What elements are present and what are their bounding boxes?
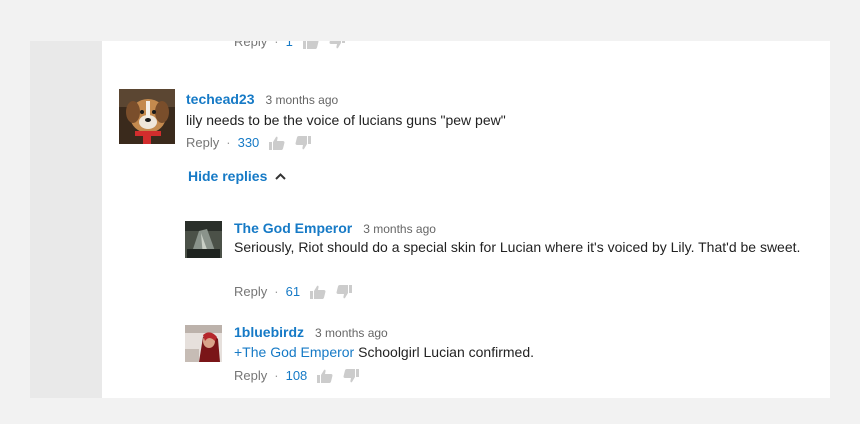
- comment-header: 1bluebirdz 3 months ago: [234, 324, 388, 340]
- comment-actions: Reply · 108: [234, 368, 359, 383]
- like-count: 61: [285, 284, 301, 299]
- comment-actions: Reply · 330: [186, 135, 311, 150]
- previous-comment-actions: Reply · 1: [234, 41, 345, 49]
- chevron-up-icon: [275, 172, 287, 180]
- comments-panel: Reply · 1 techead23 3 months ago lily ne…: [102, 41, 830, 398]
- separator-dot: ·: [274, 41, 279, 49]
- mention-link[interactable]: +The God Emperor: [234, 344, 354, 360]
- avatar[interactable]: [185, 221, 222, 258]
- thumbs-down-icon[interactable]: [295, 136, 311, 150]
- separator-dot: ·: [226, 135, 231, 150]
- comment-actions: Reply · 61: [234, 284, 352, 299]
- author-name[interactable]: 1bluebirdz: [234, 324, 304, 340]
- reply-button[interactable]: Reply: [186, 135, 219, 150]
- timestamp[interactable]: 3 months ago: [315, 326, 388, 340]
- left-margin-strip: [30, 41, 102, 398]
- reply-button[interactable]: Reply: [234, 41, 267, 49]
- thumbs-up-icon[interactable]: [317, 369, 333, 383]
- hide-replies-label: Hide replies: [188, 168, 268, 184]
- like-count: 108: [285, 368, 308, 383]
- thumbs-down-icon[interactable]: [329, 41, 345, 49]
- comment-header: techead23 3 months ago: [186, 91, 338, 107]
- hide-replies-button[interactable]: Hide replies: [188, 168, 287, 184]
- thumbs-down-icon[interactable]: [336, 285, 352, 299]
- timestamp[interactable]: 3 months ago: [265, 93, 338, 107]
- thumbs-up-icon[interactable]: [310, 285, 326, 299]
- thumbs-up-icon[interactable]: [269, 136, 285, 150]
- avatar[interactable]: [119, 89, 175, 144]
- author-name[interactable]: The God Emperor: [234, 220, 352, 236]
- reply-button[interactable]: Reply: [234, 368, 267, 383]
- timestamp[interactable]: 3 months ago: [363, 222, 436, 236]
- comment-text: lily needs to be the voice of lucians gu…: [186, 112, 506, 128]
- separator-dot: ·: [274, 284, 279, 299]
- reply-button[interactable]: Reply: [234, 284, 267, 299]
- comment-header: The God Emperor 3 months ago: [234, 220, 436, 236]
- comment-text-line: +The God Emperor Schoolgirl Lucian confi…: [234, 342, 814, 363]
- like-count: 1: [285, 41, 293, 49]
- avatar[interactable]: [185, 325, 222, 362]
- author-name[interactable]: techead23: [186, 91, 254, 107]
- like-count: 330: [237, 135, 260, 150]
- separator-dot: ·: [274, 368, 279, 383]
- thumbs-down-icon[interactable]: [343, 369, 359, 383]
- comment-text: Seriously, Riot should do a special skin…: [234, 239, 801, 255]
- comment-text: Schoolgirl Lucian confirmed.: [358, 344, 534, 360]
- thumbs-up-icon[interactable]: [303, 41, 319, 49]
